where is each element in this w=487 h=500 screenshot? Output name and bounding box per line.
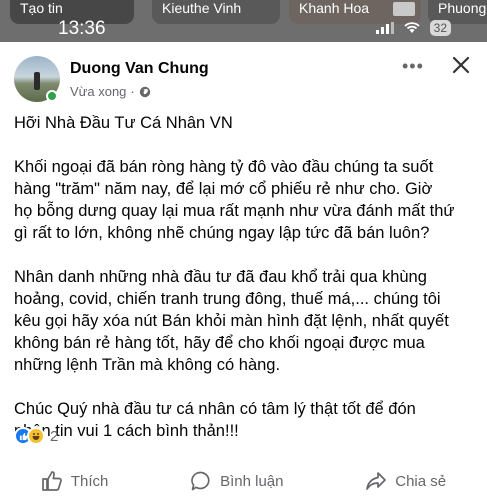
post-paragraph: Hỡi Nhà Đầu Tư Cá Nhân VN [14,114,233,132]
globe-icon [139,86,150,97]
post-card: Duong Van Chung Vừa xong · ••• Hỡi Nhà Đ… [0,42,487,500]
comment-icon [191,471,210,491]
story-label: Tạo tin [20,0,63,16]
share-button[interactable]: Chia sẻ [365,470,446,492]
reaction-count: 2 [50,427,59,445]
signal-icon [375,22,394,34]
post-paragraph: Khối ngoại đã bán ròng hàng tỷ đô vào đầ… [14,158,455,242]
post-body: Hỡi Nhà Đầu Tư Cá Nhân VN Khối ngoại đã … [14,112,476,464]
share-icon [366,472,387,490]
reaction-summary[interactable]: 2 [14,427,58,445]
post-paragraph: Chúc Quý nhà đầu tư cá nhân có tâm lý th… [14,400,416,440]
post-paragraph: Nhân danh những nhà đầu tư đã đau khổ tr… [14,268,449,374]
status-bar: Tạo tin Kieuthe Vinh Khanh Hoa Phuong 13… [0,0,487,42]
share-label: Chia sẻ [395,472,447,490]
post-timestamp[interactable]: Vừa xong [70,84,126,99]
battery-indicator: 32 [429,20,451,36]
like-label: Thích [70,472,109,490]
comment-button[interactable]: Bình luận [190,470,284,492]
story-item[interactable]: Kieuthe Vinh [152,0,280,24]
story-label: Phuong [438,0,487,16]
wifi-icon [404,22,420,33]
comment-label: Bình luận [220,472,284,490]
close-icon[interactable] [450,54,472,76]
story-label: Khanh Hoa [299,0,370,16]
more-options-icon[interactable]: ••• [402,56,424,77]
online-indicator [46,90,58,102]
meta-separator: · [130,84,135,99]
clock: 13:36 [58,18,106,39]
haha-reaction-icon [27,427,45,445]
author-name[interactable]: Duong Van Chung [70,60,209,78]
story-label: Kieuthe Vinh [162,0,242,16]
like-button[interactable]: Thích [41,470,109,492]
thumbs-up-icon [42,471,62,491]
story-thumbnail [393,2,415,16]
post-actions: Thích Bình luận Chia sẻ [0,462,487,500]
post-meta: Vừa xong · [70,84,151,99]
status-icons: 32 [375,20,451,36]
